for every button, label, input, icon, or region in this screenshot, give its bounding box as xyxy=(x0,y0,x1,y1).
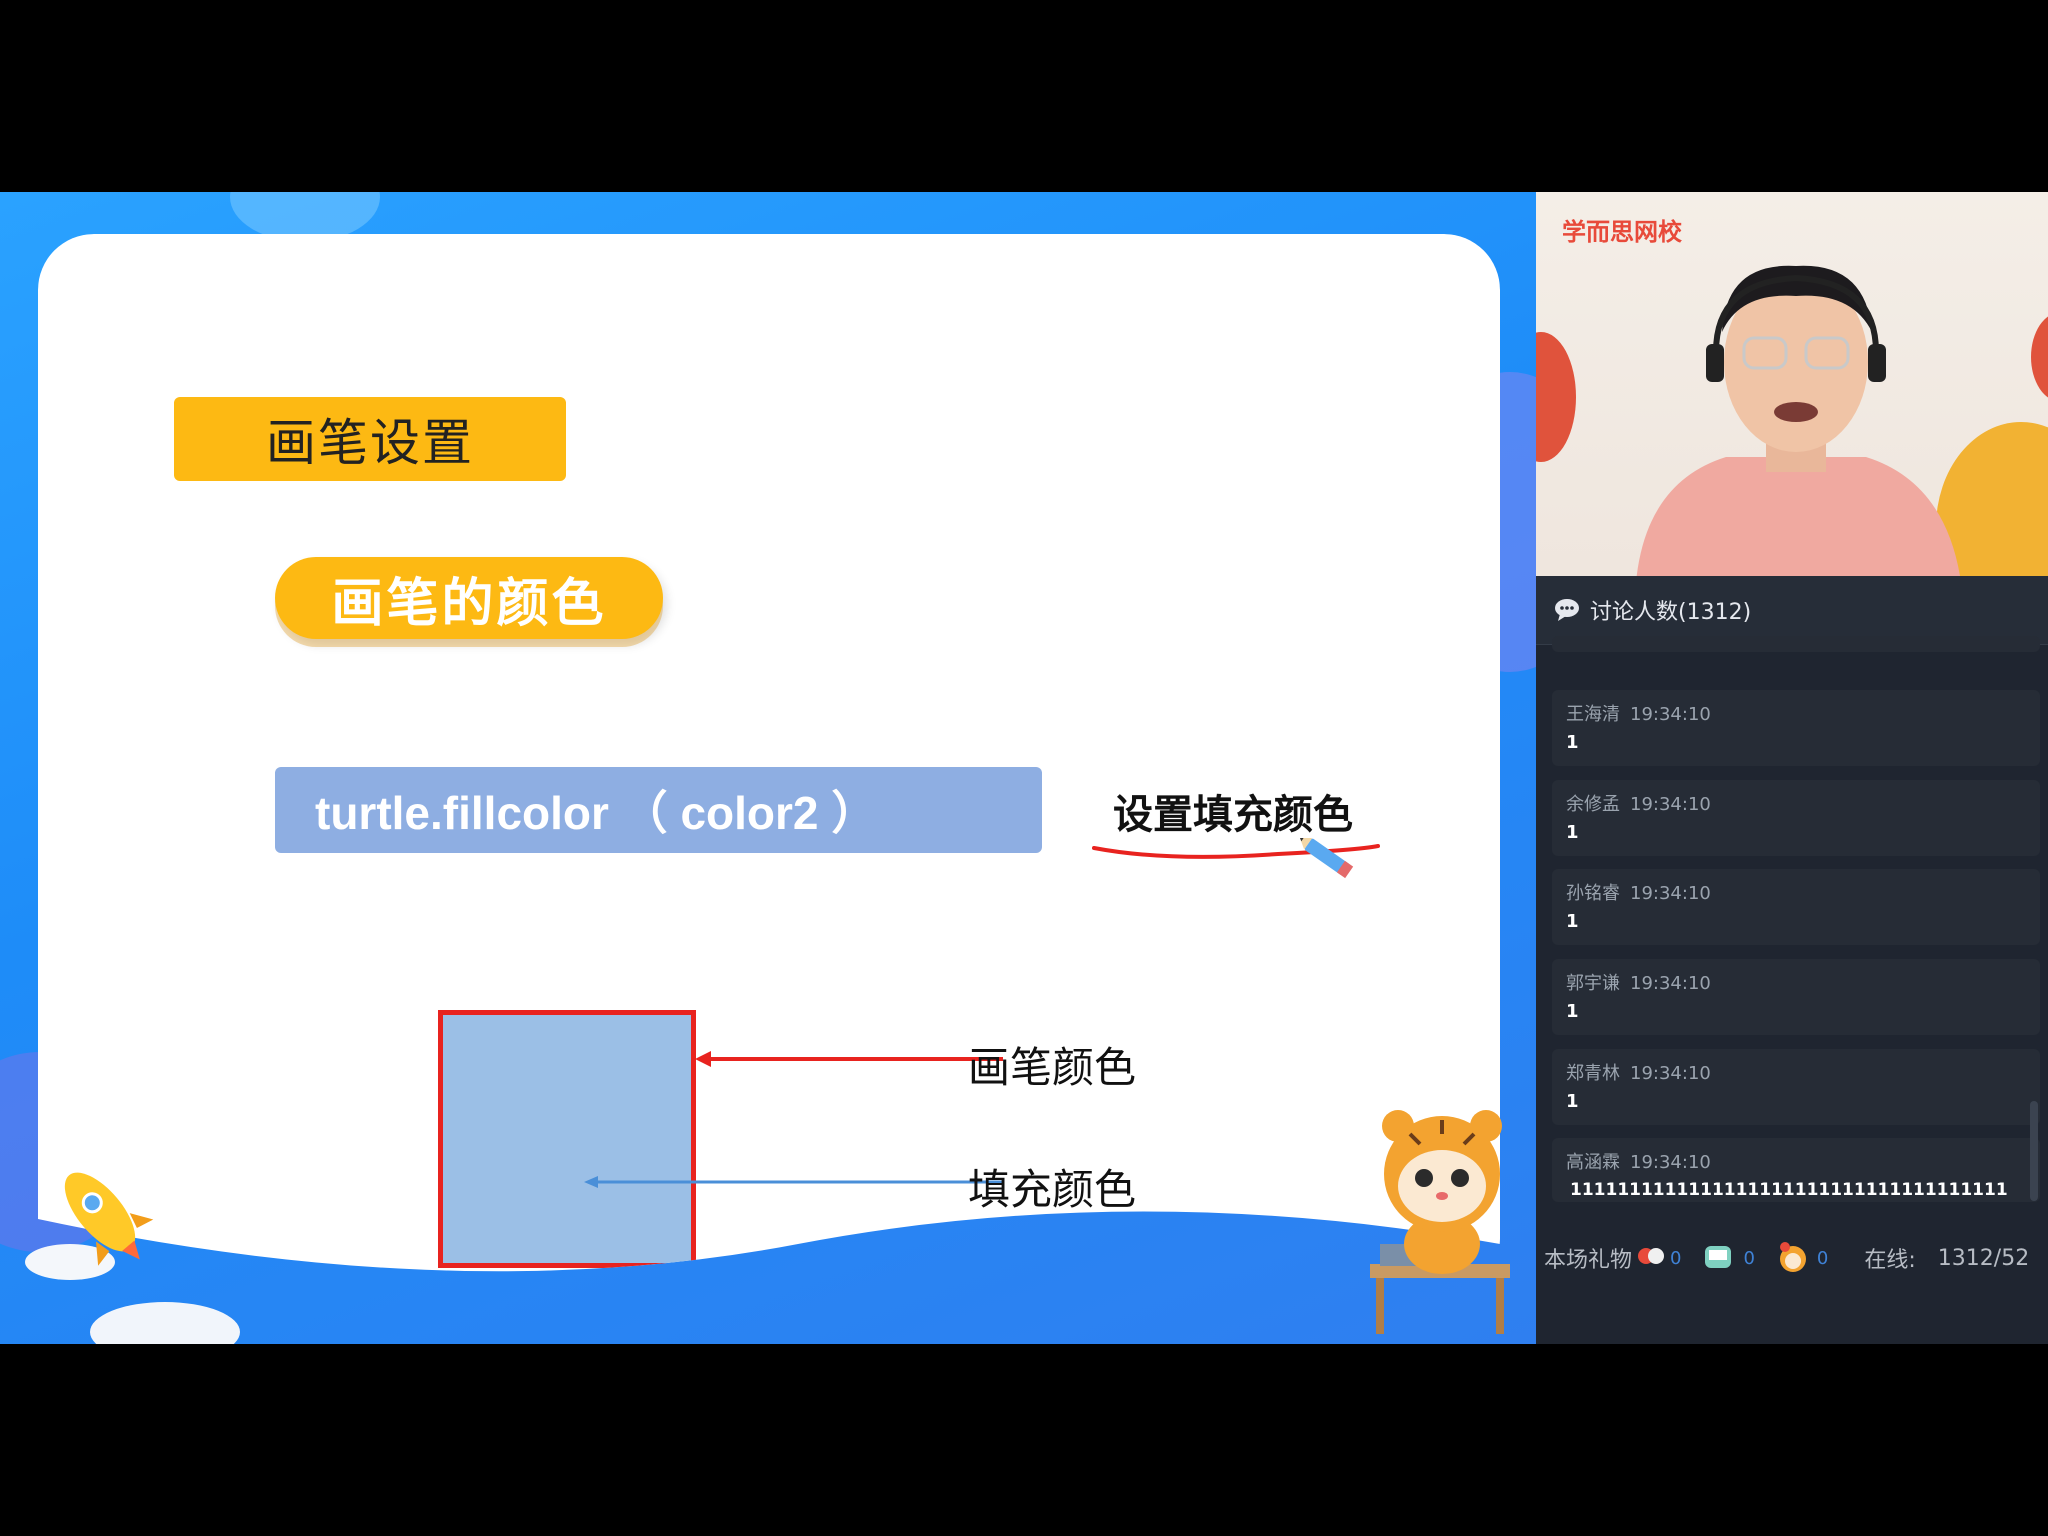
message-author: 郭宇谦 xyxy=(1566,973,1620,994)
message-author: 王海清 xyxy=(1566,704,1620,725)
code-snippet: turtle.fillcolor （ color2 ） xyxy=(275,767,1042,853)
chat-message: 王海清 19:34:10 1 xyxy=(1552,690,2040,766)
message-text: 1111111111111111111111111111111111111 xyxy=(1570,1180,2008,1200)
gift-count: 0 xyxy=(1670,1247,1682,1269)
demo-square xyxy=(438,1010,696,1268)
message-time: 19:34:10 xyxy=(1630,883,1711,904)
section-title: 画笔设置 xyxy=(174,397,566,481)
teacher-video: 学而思网校 xyxy=(1536,192,2048,576)
chat-message: 郭宇谦 19:34:10 1 xyxy=(1552,959,2040,1035)
message-text: 1 xyxy=(1566,1091,1579,1112)
message-text: 1 xyxy=(1566,1001,1579,1022)
message-time: 19:34:10 xyxy=(1630,1152,1711,1173)
message-time: 19:34:10 xyxy=(1630,704,1711,725)
label-pen-color: 画笔颜色 xyxy=(968,1043,1137,1092)
chat-panel: 讨论人数(1312) 王海清 19:34:10 1 余修孟 19:34:10 1 孙… xyxy=(1536,576,2048,1344)
gifts-label: 本场礼物 xyxy=(1544,1248,1633,1273)
pen-color-arrow xyxy=(693,1044,1005,1074)
background-balloon xyxy=(2031,312,2048,402)
message-text: 1 xyxy=(1566,911,1579,932)
message-author: 高涵霖 xyxy=(1566,1152,1620,1173)
message-text: 1 xyxy=(1566,822,1579,843)
slide-area: 画笔设置 画笔的颜色 turtle.fillcolor （ color2 ） 设… xyxy=(0,192,1536,1344)
subtopic-pill: 画笔的颜色 xyxy=(275,557,663,639)
fill-color-arrow xyxy=(582,1170,1006,1194)
message-time: 19:34:10 xyxy=(1630,1063,1711,1084)
chat-bubble-icon xyxy=(1555,599,1579,621)
slide-card: 画笔设置 画笔的颜色 turtle.fillcolor （ color2 ） 设… xyxy=(38,234,1500,1294)
chat-message: 余修孟 19:34:10 1 xyxy=(1552,780,2040,856)
gift-heart-icon[interactable] xyxy=(1636,1244,1666,1272)
pencil-icon xyxy=(1294,826,1364,886)
message-author: 郑青林 xyxy=(1566,1063,1620,1084)
chat-header: 讨论人数(1312) xyxy=(1536,576,2048,645)
online-label: 在线: xyxy=(1864,1248,1916,1273)
cloud-decoration xyxy=(90,1302,240,1344)
chat-message: 高涵霖 19:34:10 1111111111111111111111111111… xyxy=(1552,1138,2040,1202)
tiger-mascot-icon xyxy=(1370,1110,1510,1334)
background-balloon xyxy=(1536,332,1576,462)
chat-footer: 本场礼物 0 0 0 在线: 1312/52 xyxy=(1536,1236,2048,1280)
teacher-figure xyxy=(1636,265,1960,576)
message-time: 19:34:10 xyxy=(1630,794,1711,815)
gift-mascot-icon[interactable] xyxy=(1773,1241,1813,1275)
message-author: 孙铭睿 xyxy=(1566,883,1620,904)
chat-scrollbar[interactable] xyxy=(2030,1101,2038,1201)
chat-message-partial xyxy=(1552,636,2040,652)
message-author: 余修孟 xyxy=(1566,794,1620,815)
rocket-icon xyxy=(25,1172,154,1280)
chat-title: 讨论人数(1312) xyxy=(1590,600,1752,625)
online-value: 1312/52 xyxy=(1937,1245,2030,1271)
gift-count: 0 xyxy=(1743,1247,1755,1269)
gift-count: 0 xyxy=(1816,1247,1829,1269)
gift-cup-icon[interactable] xyxy=(1699,1242,1739,1274)
message-time: 19:34:10 xyxy=(1630,973,1711,994)
annotation-underline xyxy=(1088,834,1428,924)
brand-logo: 学而思网校 xyxy=(1562,218,1682,246)
chat-message: 郑青林 19:34:10 1 xyxy=(1552,1049,2040,1125)
message-text: 1 xyxy=(1566,732,1579,753)
label-fill-color: 填充颜色 xyxy=(968,1165,1137,1214)
chat-message: 孙铭睿 19:34:10 1 xyxy=(1552,869,2040,945)
